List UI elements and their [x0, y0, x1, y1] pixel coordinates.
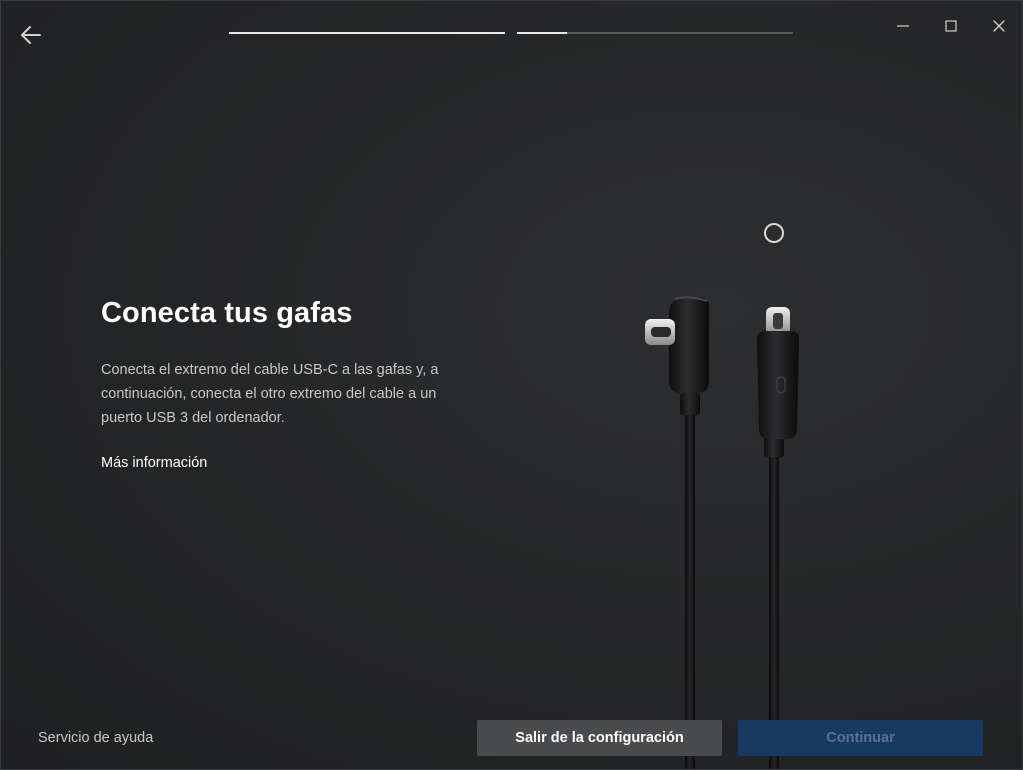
instructions-text: Conecta el extremo del cable USB-C a las… [101, 362, 439, 426]
continue-button[interactable]: Continuar [738, 720, 983, 756]
page-title: Conecta tus gafas [101, 297, 353, 329]
back-button[interactable] [15, 19, 47, 51]
minimize-button[interactable] [883, 11, 923, 41]
close-button[interactable] [979, 11, 1019, 41]
setup-progress [229, 32, 793, 34]
arrow-left-icon [21, 26, 41, 44]
progress-step-2 [517, 32, 793, 34]
progress-step-1 [229, 32, 505, 34]
minimize-icon [897, 25, 909, 27]
maximize-button[interactable] [931, 11, 971, 41]
maximize-icon [945, 20, 957, 32]
loading-spinner-icon [764, 223, 784, 243]
exit-setup-button[interactable]: Salir de la configuración [477, 720, 722, 756]
close-icon [993, 20, 1005, 32]
setup-window: Conecta tus gafas Conecta el extremo del… [0, 0, 1023, 770]
help-center-link[interactable]: Servicio de ayuda [38, 730, 153, 746]
usb-c-cable-illustration [645, 296, 799, 769]
more-info-link[interactable]: Más información [101, 455, 207, 471]
